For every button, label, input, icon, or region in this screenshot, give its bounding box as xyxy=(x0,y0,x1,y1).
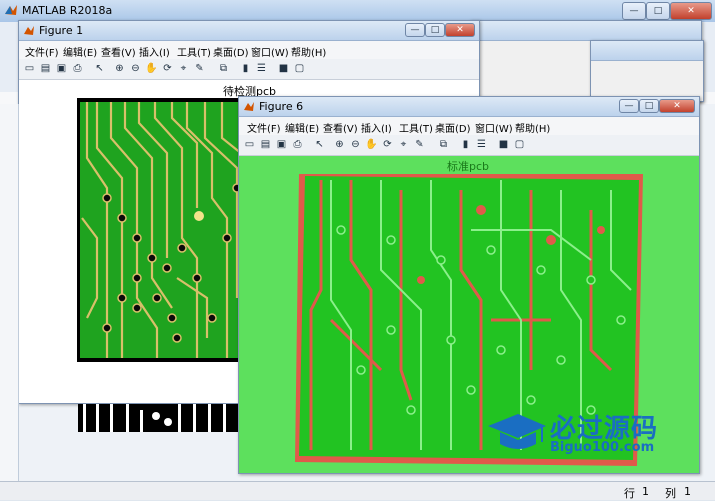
main-window-title: MATLAB R2018a xyxy=(22,4,113,17)
open-file-icon[interactable]: ▤ xyxy=(259,138,272,151)
menu-tools[interactable]: 工具(T) xyxy=(399,120,433,135)
menu-desktop[interactable]: 桌面(D) xyxy=(213,44,249,59)
hide-tools-icon[interactable]: ■ xyxy=(277,62,290,75)
figure6-toolbar: ▭ ▤ ▣ ⎙ ↖ ⊕ ⊖ ✋ ⟳ ⌖ ✎ ⧉ ▮ ☰ ■ ▢ xyxy=(239,135,699,156)
watermark: 必过源码 Biguo100.com xyxy=(486,408,686,460)
watermark-url: Biguo100.com xyxy=(550,440,655,455)
inspected-pcb-image xyxy=(77,98,257,362)
hide-tools-icon[interactable]: ■ xyxy=(497,138,510,151)
status-col-value: 1 xyxy=(684,485,691,498)
zoom-in-icon[interactable]: ⊕ xyxy=(113,62,126,75)
rotate-icon[interactable]: ⟳ xyxy=(381,138,394,151)
figure6-menubar: 文件(F) 编辑(E) 查看(V) 插入(I) 工具(T) 桌面(D) 窗口(W… xyxy=(239,117,699,135)
brush-icon[interactable]: ✎ xyxy=(193,62,206,75)
zoom-in-icon[interactable]: ⊕ xyxy=(333,138,346,151)
background-figure-window[interactable] xyxy=(590,40,704,102)
menu-desktop[interactable]: 桌面(D) xyxy=(435,120,471,135)
pan-icon[interactable]: ✋ xyxy=(365,138,378,151)
figure6-minimize-button[interactable]: — xyxy=(619,99,639,113)
new-figure-icon[interactable]: ▭ xyxy=(23,62,36,75)
minimize-button[interactable]: — xyxy=(622,2,646,20)
menu-insert[interactable]: 插入(I) xyxy=(361,120,392,135)
legend-icon[interactable]: ☰ xyxy=(255,62,268,75)
figure1-close-button[interactable]: ✕ xyxy=(445,23,475,37)
open-file-icon[interactable]: ▤ xyxy=(39,62,52,75)
print-icon[interactable]: ⎙ xyxy=(71,62,84,75)
figure6-title: Figure 6 xyxy=(259,100,304,113)
figure1-menubar: 文件(F) 编辑(E) 查看(V) 插入(I) 工具(T) 桌面(D) 窗口(W… xyxy=(19,41,479,59)
matlab-logo-icon xyxy=(5,5,17,15)
rotate-icon[interactable]: ⟳ xyxy=(161,62,174,75)
zoom-out-icon[interactable]: ⊖ xyxy=(129,62,142,75)
status-col-label: 列 xyxy=(665,487,676,500)
menu-edit[interactable]: 编辑(E) xyxy=(285,120,319,135)
link-plot-icon[interactable]: ⧉ xyxy=(217,62,230,75)
zoom-out-icon[interactable]: ⊖ xyxy=(349,138,362,151)
show-tools-icon[interactable]: ▢ xyxy=(513,138,526,151)
binary-pcb-strip-image xyxy=(78,404,243,432)
new-figure-icon[interactable]: ▭ xyxy=(243,138,256,151)
figure6-maximize-button[interactable]: □ xyxy=(639,99,659,113)
print-icon[interactable]: ⎙ xyxy=(291,138,304,151)
main-statusbar: 行 1 列 1 xyxy=(0,481,715,500)
menu-window[interactable]: 窗口(W) xyxy=(475,120,513,135)
link-plot-icon[interactable]: ⧉ xyxy=(437,138,450,151)
save-icon[interactable]: ▣ xyxy=(275,138,288,151)
matlab-logo-icon xyxy=(24,26,34,35)
background-figure-titlebar xyxy=(471,21,701,41)
figure1-toolbar: ▭ ▤ ▣ ⎙ ↖ ⊕ ⊖ ✋ ⟳ ⌖ ✎ ⧉ ▮ ☰ ■ ▢ xyxy=(19,59,479,80)
figure1-minimize-button[interactable]: — xyxy=(405,23,425,37)
graduation-cap-icon xyxy=(488,414,546,449)
background-figure-titlebar xyxy=(591,41,703,61)
pan-icon[interactable]: ✋ xyxy=(145,62,158,75)
menu-file[interactable]: 文件(F) xyxy=(247,120,281,135)
status-row-label: 行 xyxy=(624,487,635,500)
data-cursor-icon[interactable]: ⌖ xyxy=(397,138,410,151)
left-panel-edge xyxy=(0,104,19,484)
data-cursor-icon[interactable]: ⌖ xyxy=(177,62,190,75)
maximize-button[interactable]: □ xyxy=(646,2,670,20)
menu-view[interactable]: 查看(V) xyxy=(323,120,358,135)
menu-edit[interactable]: 编辑(E) xyxy=(63,44,97,59)
menu-file[interactable]: 文件(F) xyxy=(25,44,59,59)
colorbar-icon[interactable]: ▮ xyxy=(459,138,472,151)
figure1-title: Figure 1 xyxy=(39,24,84,37)
matlab-logo-icon xyxy=(244,102,254,111)
figure6-close-button[interactable]: ✕ xyxy=(659,99,695,113)
menu-tools[interactable]: 工具(T) xyxy=(177,44,211,59)
brush-icon[interactable]: ✎ xyxy=(413,138,426,151)
menu-help[interactable]: 帮助(H) xyxy=(515,120,550,135)
legend-icon[interactable]: ☰ xyxy=(475,138,488,151)
figure6-titlebar: Figure 6 — □ ✕ xyxy=(239,97,699,117)
menu-insert[interactable]: 插入(I) xyxy=(139,44,170,59)
pointer-icon[interactable]: ↖ xyxy=(313,138,326,151)
menu-window[interactable]: 窗口(W) xyxy=(251,44,289,59)
show-tools-icon[interactable]: ▢ xyxy=(293,62,306,75)
colorbar-icon[interactable]: ▮ xyxy=(239,62,252,75)
close-button[interactable]: ✕ xyxy=(670,2,712,20)
figure1-maximize-button[interactable]: □ xyxy=(425,23,445,37)
menu-help[interactable]: 帮助(H) xyxy=(291,44,326,59)
matlab-main-window: MATLAB R2018a — □ ✕ Figure 1 — □ ✕ 文件(F)… xyxy=(0,0,715,500)
pointer-icon[interactable]: ↖ xyxy=(93,62,106,75)
menu-view[interactable]: 查看(V) xyxy=(101,44,136,59)
save-icon[interactable]: ▣ xyxy=(55,62,68,75)
status-row-value: 1 xyxy=(642,485,649,498)
figure1-titlebar: Figure 1 — □ ✕ xyxy=(19,21,479,41)
